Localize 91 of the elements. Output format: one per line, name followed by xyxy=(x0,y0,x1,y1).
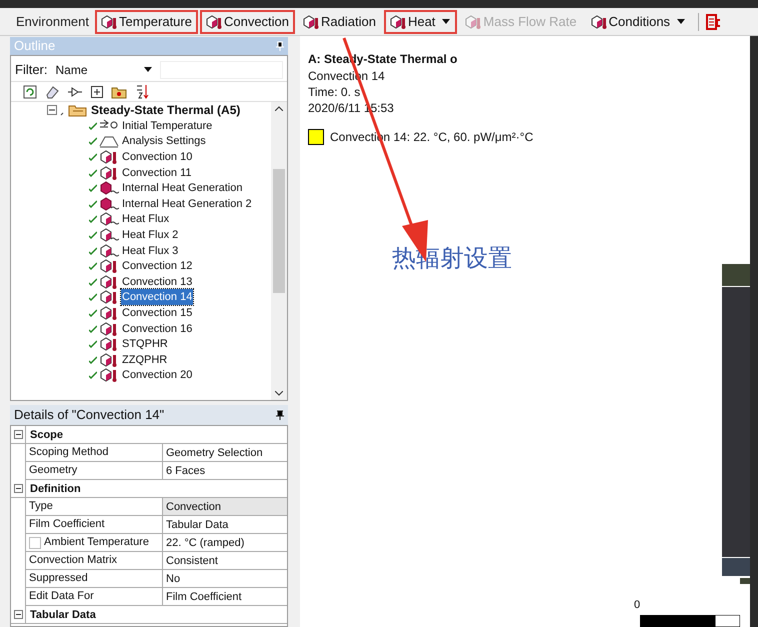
cube-thermometer-icon xyxy=(99,166,119,180)
tree-item[interactable]: Convection 20 xyxy=(121,367,194,384)
filter-label: Filter: xyxy=(15,60,48,79)
tree-item[interactable]: Convection 16 xyxy=(121,320,194,337)
property-label: Edit Data For xyxy=(29,589,94,604)
folder-icon xyxy=(59,103,89,117)
toolbar-button[interactable]: Radiation xyxy=(297,10,382,34)
cube-thermometer-icon xyxy=(99,337,119,352)
property-value[interactable]: Tabular Data xyxy=(163,516,287,533)
tree-item[interactable]: Initial Temperature xyxy=(121,118,214,134)
toolbar-button[interactable]: Convection xyxy=(200,10,296,34)
tree-item[interactable]: Internal Heat Generation 2 xyxy=(121,196,253,212)
property-label: Type xyxy=(29,499,53,514)
collapse-icon[interactable] xyxy=(14,484,22,493)
panel-title: Details of "Convection 14" xyxy=(14,406,164,424)
cube-flux-icon xyxy=(99,212,119,226)
collapse-icon[interactable] xyxy=(14,430,22,439)
pin-icon[interactable] xyxy=(276,410,284,420)
toolbar-button[interactable]: Heat xyxy=(384,10,458,34)
property-label: Film Coefficient xyxy=(29,517,105,532)
toolbar-button[interactable]: Temperature xyxy=(94,10,198,34)
cube-thermometer-icon xyxy=(390,14,406,28)
tree-item[interactable]: Heat Flux xyxy=(121,211,170,228)
eraser-icon[interactable] xyxy=(45,84,59,98)
property-label: Convection Matrix xyxy=(29,553,118,568)
tree-item[interactable]: Convection 12 xyxy=(121,258,194,274)
property-label: Scoping Method xyxy=(29,445,108,460)
scale-label: 0 xyxy=(634,598,640,612)
section-header: Tabular Data xyxy=(25,606,287,623)
tree-item[interactable]: Internal Heat Generation xyxy=(121,180,244,196)
expand-icon[interactable] xyxy=(91,86,103,98)
property-value[interactable]: 6 Faces xyxy=(163,462,287,479)
toolbar-label: Environment xyxy=(16,12,89,31)
property-label: Suppressed xyxy=(29,571,88,586)
property-value[interactable]: Geometry Selection xyxy=(163,444,287,461)
scroll-down-icon[interactable] xyxy=(275,391,283,396)
property-label: Ambient Temperature xyxy=(44,535,149,550)
tree-root-label[interactable]: Steady-State Thermal (A5) xyxy=(91,102,240,118)
property-value[interactable]: Film Coefficient xyxy=(163,588,287,605)
section-header: Scope xyxy=(25,426,287,443)
cube-thermometer-icon xyxy=(99,322,119,336)
tree-item[interactable]: Convection 15 xyxy=(121,304,194,321)
tree-item[interactable]: Convection 13 xyxy=(121,274,194,290)
cube-thermometer-icon xyxy=(99,306,119,320)
cube-thermometer-icon xyxy=(206,14,222,28)
section-header: Definition xyxy=(25,480,287,497)
tree-item[interactable]: Heat Flux 2 xyxy=(121,226,180,243)
refresh-icon[interactable] xyxy=(23,84,37,98)
cube-thermometer-icon xyxy=(465,14,482,28)
toolbar-button[interactable]: Conditions xyxy=(584,10,692,34)
analysis-settings-icon xyxy=(99,134,119,148)
property-value[interactable]: Consistent xyxy=(163,552,287,569)
tree-item[interactable]: Analysis Settings xyxy=(121,133,207,150)
tree-item[interactable]: STQPHR xyxy=(121,336,169,352)
collapse-icon[interactable] xyxy=(47,105,57,115)
property-value[interactable]: 22. °C (ramped) xyxy=(163,534,287,551)
cube-flux-icon xyxy=(99,244,119,258)
scroll-up-icon[interactable] xyxy=(275,106,283,111)
cube-thermometer-icon xyxy=(99,368,119,382)
tree-toggle-icon[interactable] xyxy=(67,84,83,98)
tree-item[interactable]: Convection 10 xyxy=(121,148,194,165)
cube-thermometer-icon xyxy=(303,14,320,28)
tree-item[interactable]: Convection 14 xyxy=(121,289,194,306)
report-icon[interactable] xyxy=(705,14,722,30)
sort-icon[interactable] xyxy=(135,84,149,100)
scroll-thumb[interactable] xyxy=(273,169,285,293)
cube-thermometer-icon xyxy=(99,290,119,304)
caret-icon xyxy=(676,18,686,24)
cube-thermometer-icon xyxy=(99,150,119,164)
folder-icon[interactable] xyxy=(111,84,127,98)
property-value[interactable]: Convection xyxy=(163,498,287,515)
cube-thermometer-icon xyxy=(99,259,119,274)
caret-icon xyxy=(144,67,152,72)
viewport-info: Time: 0. s xyxy=(308,84,362,100)
solid-cube-icon xyxy=(99,181,119,196)
property-label: Geometry xyxy=(29,463,78,478)
cube-thermometer-icon xyxy=(100,14,117,28)
panel-title: Outline xyxy=(14,37,56,56)
cube-thermometer-icon xyxy=(99,352,119,367)
collapse-icon[interactable] xyxy=(14,610,22,619)
tree-item[interactable]: Convection 11 xyxy=(121,164,193,181)
tree-item[interactable]: ZZQPHR xyxy=(121,352,168,368)
cube-thermometer-icon xyxy=(99,274,119,289)
caret-icon xyxy=(441,18,452,24)
tree-item[interactable]: Heat Flux 3 xyxy=(121,242,180,259)
cube-flux-icon xyxy=(99,228,119,242)
cube-thermometer-icon xyxy=(590,14,607,28)
checkbox[interactable] xyxy=(29,536,41,548)
solid-cube-icon xyxy=(99,196,119,211)
scrollbar[interactable] xyxy=(271,102,287,400)
property-value[interactable]: No xyxy=(163,570,287,587)
